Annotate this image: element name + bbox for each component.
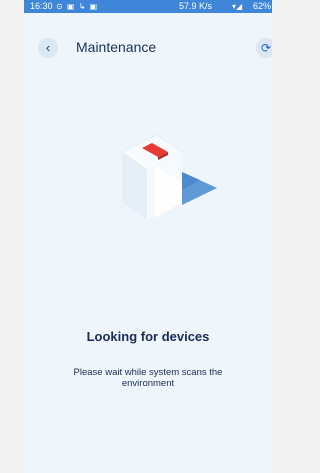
app-screen: 16:30 ⊙ ▣ ↳ ▣ 57.9 K/s ▾◢ 62% ‹ Maintena… bbox=[24, 0, 272, 473]
status-description: Please wait while system scans the envir… bbox=[73, 367, 223, 389]
signal-icon: ▾◢ bbox=[232, 2, 243, 11]
refresh-icon: ⟳ bbox=[260, 41, 272, 55]
status-heading: Looking for devices bbox=[86, 329, 210, 344]
chevron-left-icon: ‹ bbox=[45, 40, 51, 55]
status-time: 16:30 bbox=[30, 1, 53, 11]
status-bar: 16:30 ⊙ ▣ ↳ ▣ 57.9 K/s ▾◢ 62% bbox=[24, 0, 272, 13]
notification-icons: ⊙ ▣ ↳ ▣ bbox=[56, 2, 99, 11]
refresh-button[interactable]: ⟳ bbox=[256, 38, 272, 58]
battery-level: 62% bbox=[253, 1, 272, 11]
left-gutter bbox=[0, 0, 24, 473]
page-title: Maintenance bbox=[76, 39, 157, 55]
back-button[interactable]: ‹ bbox=[38, 38, 58, 58]
network-speed: 57.9 K/s bbox=[179, 1, 213, 11]
scanning-device-illustration bbox=[121, 134, 217, 220]
